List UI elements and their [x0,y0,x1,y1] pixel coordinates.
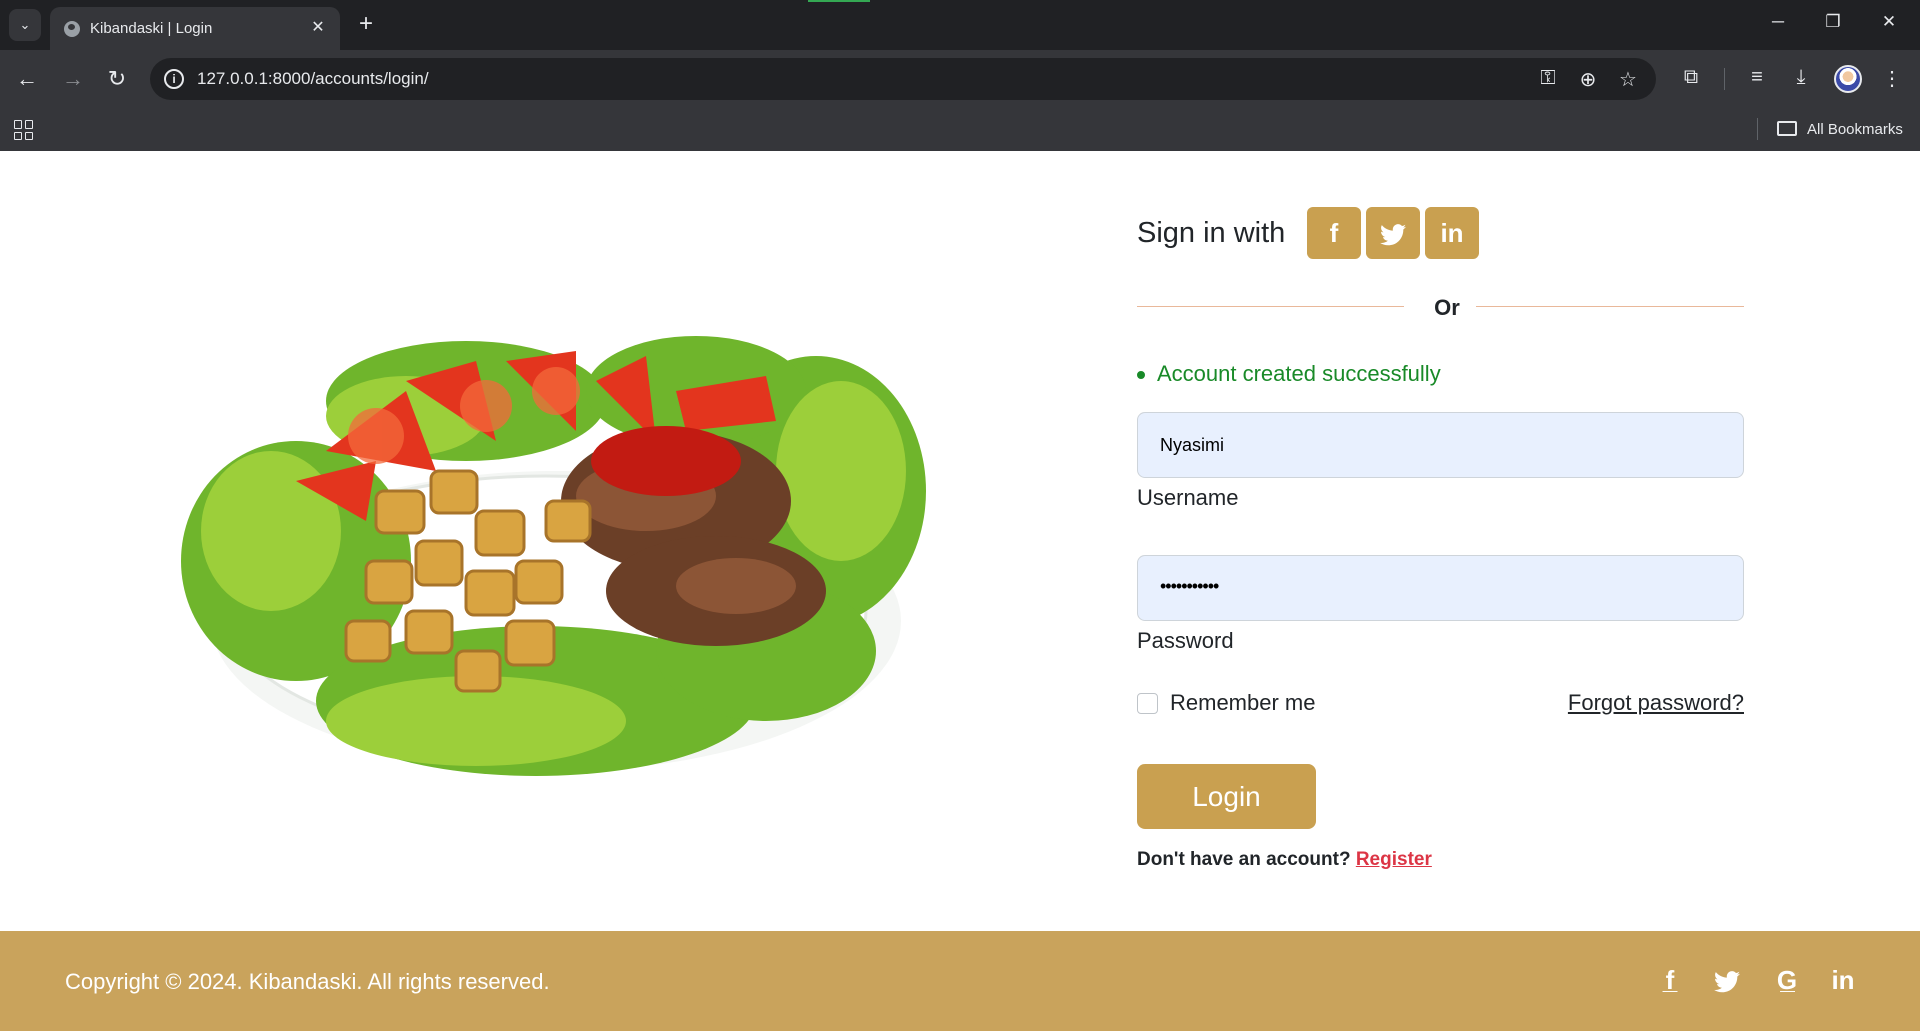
url-text[interactable]: 127.0.0.1:8000/accounts/login/ [197,69,429,89]
site-info-icon[interactable]: i [164,69,184,89]
forgot-password-link[interactable]: Forgot password? [1568,690,1744,716]
more-menu-icon[interactable]: ⋮ [1878,66,1906,91]
bookmark-star-icon[interactable]: ☆ [1615,67,1641,92]
bookmarks-separator [1757,118,1758,140]
sign-in-with-label: Sign in with [1137,217,1286,249]
toolbar-separator [1724,68,1725,90]
reload-button[interactable]: ↻ [103,66,131,92]
facebook-icon[interactable]: f̲ [1654,965,1686,996]
facebook-icon: f [1329,218,1339,248]
register-prompt: Don't have an account? Register [1137,849,1432,871]
username-value: Nyasimi [1160,435,1225,455]
minimize-button[interactable]: ─ [1766,12,1790,32]
folder-icon [1777,121,1797,136]
google-icon[interactable]: G̲ [1771,965,1803,996]
password-value: ••••••••••• [1160,576,1219,596]
linkedin-signin-button[interactable]: in [1425,207,1479,259]
success-message: Account created successfully [1157,361,1441,386]
apps-grid-icon[interactable] [14,120,34,140]
footer: Copyright © 2024. Kibandaski. All rights… [0,931,1920,1031]
divider-line-left [1137,306,1404,307]
register-link[interactable]: Register [1356,849,1432,870]
zoom-icon[interactable]: ⊕ [1575,67,1601,92]
facebook-signin-button[interactable]: f [1307,207,1361,259]
bookmarks-bar: All Bookmarks [0,108,1920,151]
browser-tab[interactable]: Kibandaski | Login ✕ [50,7,340,50]
globe-icon [64,21,80,37]
tab-indicator [808,0,870,2]
twitter-icon[interactable] [1711,965,1743,996]
twitter-icon [1380,218,1406,248]
new-tab-button[interactable]: + [352,10,380,38]
password-key-icon[interactable]: ⚿ [1535,67,1561,90]
food-plate-image [181,336,926,776]
linkedin-icon: in [1440,218,1464,248]
username-input[interactable]: Nyasimi [1137,412,1744,478]
remember-me-checkbox[interactable] [1137,693,1158,714]
browser-toolbar: ← → ↻ i 127.0.0.1:8000/accounts/login/ ⚿… [0,50,1920,108]
media-control-icon[interactable]: ≡ [1743,66,1771,89]
login-button[interactable]: Login [1137,764,1316,829]
remember-me-label[interactable]: Remember me [1170,690,1315,716]
username-label: Username [1137,485,1239,510]
login-page: Sign in with f in Or Account created suc… [0,151,1920,1031]
divider-line-right [1476,306,1744,307]
no-account-text: Don't have an account? [1137,849,1351,870]
twitter-signin-button[interactable] [1366,207,1420,259]
password-label: Password [1137,628,1234,653]
message-bullet [1137,371,1145,379]
social-signin-row: Sign in with f in [1137,207,1744,259]
extensions-icon[interactable]: ⧉ [1677,66,1705,89]
chevron-down-icon: ⌄ [19,17,31,32]
browser-tab-bar: ⌄ Kibandaski | Login ✕ + ─ ❐ ✕ [0,0,1920,50]
close-tab-icon[interactable]: ✕ [308,17,328,37]
restore-button[interactable]: ❐ [1821,12,1845,32]
close-window-button[interactable]: ✕ [1877,12,1901,32]
back-button[interactable]: ← [13,66,41,92]
forward-button[interactable]: → [59,66,87,92]
or-divider: Or [1434,295,1460,320]
profile-avatar[interactable] [1834,65,1862,93]
tab-search-button[interactable]: ⌄ [9,9,41,41]
password-input[interactable]: ••••••••••• [1137,555,1744,621]
tab-title: Kibandaski | Login [90,20,213,37]
copyright-text: Copyright © 2024. Kibandaski. All rights… [65,969,550,994]
all-bookmarks-button[interactable]: All Bookmarks [1807,121,1903,138]
download-icon[interactable]: ⤓ [1787,66,1815,89]
linkedin-icon[interactable]: in [1827,965,1859,996]
address-bar[interactable]: i 127.0.0.1:8000/accounts/login/ ⚿ ⊕ ☆ [150,58,1656,100]
